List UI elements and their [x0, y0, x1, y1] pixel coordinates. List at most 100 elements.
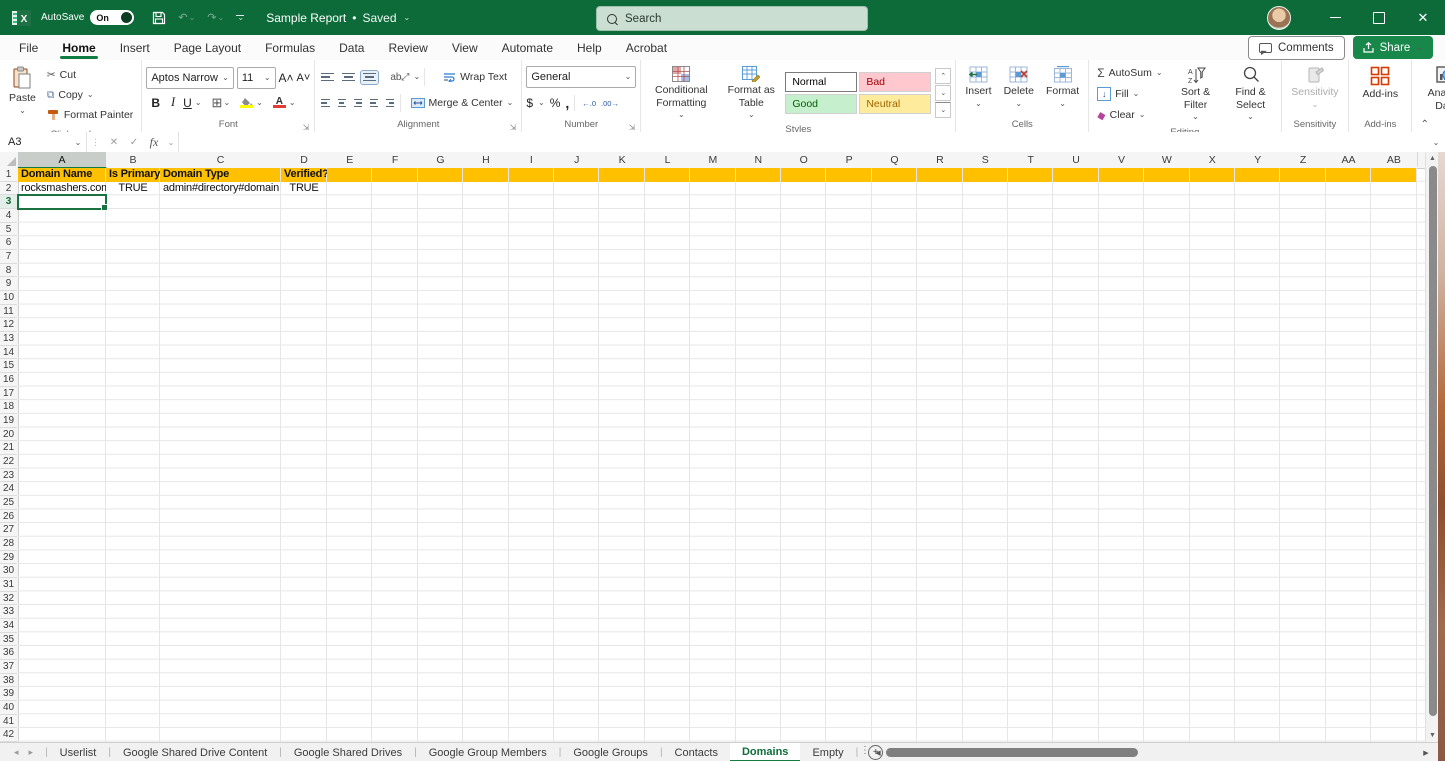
clear-button[interactable]: ◆ Clear ⌄ [1093, 105, 1166, 125]
column-header-S[interactable]: S [962, 152, 1009, 167]
accounting-format-button[interactable]: $ [526, 96, 533, 110]
share-button[interactable]: Share ⌄ [1352, 36, 1433, 59]
row-header-41[interactable]: 41 [0, 715, 17, 729]
column-header-O[interactable]: O [781, 152, 828, 167]
cell-B1[interactable]: Is Primary? [106, 168, 160, 182]
cell-A1[interactable]: Domain Name [18, 168, 106, 182]
cell-A2[interactable]: rocksmashers.com [18, 182, 106, 196]
merge-center-button[interactable]: Merge & Center ⌄ [407, 93, 518, 113]
cell-B2[interactable]: TRUE [106, 182, 160, 196]
active-cell-selection[interactable] [17, 194, 108, 211]
row-header-42[interactable]: 42 [0, 728, 17, 742]
row-header-12[interactable]: 12 [0, 318, 17, 332]
sheet-tab-google-groups[interactable]: Google Groups [561, 743, 660, 761]
row-header-30[interactable]: 30 [0, 564, 17, 578]
name-box[interactable]: A3 [0, 132, 70, 152]
column-header-D[interactable]: D [281, 152, 328, 167]
column-header-I[interactable]: I [508, 152, 555, 167]
row-header-17[interactable]: 17 [0, 387, 17, 401]
orientation-button[interactable]: ab⤢ [390, 72, 409, 83]
conditional-formatting-button[interactable]: Conditional Formatting ⌄ [645, 63, 717, 122]
chevron-down-icon[interactable]: ⌄ [164, 138, 178, 147]
row-header-22[interactable]: 22 [0, 455, 17, 469]
comma-style-button[interactable]: , [565, 95, 569, 111]
ribbon-tab-acrobat[interactable]: Acrobat [615, 37, 678, 59]
decrease-indent-button[interactable] [368, 97, 380, 110]
font-family-select[interactable]: Aptos Narrow ⌄ [146, 66, 234, 89]
column-header-W[interactable]: W [1144, 152, 1191, 167]
row-header-35[interactable]: 35 [0, 633, 17, 647]
minimize-button[interactable] [1313, 0, 1357, 35]
sheet-nav-left-icon[interactable]: ◂ [14, 747, 19, 758]
undo-button[interactable]: ↶ ⌄ [174, 9, 199, 26]
excel-app-icon[interactable]: X [12, 9, 31, 27]
column-header-N[interactable]: N [735, 152, 782, 167]
ribbon-tab-insert[interactable]: Insert [109, 37, 161, 59]
decrease-font-size-button[interactable]: A˅ [297, 72, 311, 84]
customize-qat-button[interactable]: ⌄ [232, 13, 248, 22]
column-header-AB[interactable]: AB [1371, 152, 1418, 167]
ribbon-tab-help[interactable]: Help [566, 37, 613, 59]
row-header-36[interactable]: 36 [0, 646, 17, 660]
cell-style-good[interactable]: Good [785, 93, 858, 114]
cell-style-normal[interactable]: Normal [785, 71, 858, 92]
document-title[interactable]: Sample Report • Saved ⌄ [266, 11, 410, 25]
column-header-B[interactable]: B [106, 152, 161, 167]
cell-D1[interactable]: Verified? [281, 168, 327, 182]
copy-button[interactable]: ⧉ Copy ⌄ [43, 85, 137, 105]
gallery-down-button[interactable]: ⌄ [935, 84, 952, 101]
enter-icon[interactable]: ✓ [124, 137, 144, 148]
horizontal-scrollbar[interactable]: ◀ ▶ [872, 746, 1432, 759]
sheet-tab-userlist[interactable]: Userlist [48, 743, 109, 761]
ribbon-tab-automate[interactable]: Automate [491, 37, 564, 59]
horizontal-scrollbar-thumb[interactable] [886, 748, 1138, 757]
gallery-more-button[interactable]: ⌄ [935, 101, 952, 118]
sheet-nav-right-icon[interactable]: ▸ [29, 747, 34, 758]
maximize-button[interactable] [1357, 0, 1401, 35]
sheet-tab-google-shared-drive-content[interactable]: Google Shared Drive Content [111, 743, 279, 761]
bottom-align-button[interactable] [360, 69, 380, 85]
column-header-K[interactable]: K [599, 152, 646, 167]
ribbon-tab-data[interactable]: Data [328, 37, 375, 59]
column-header-Q[interactable]: Q [871, 152, 919, 167]
column-header-F[interactable]: F [372, 152, 419, 167]
sort-filter-button[interactable]: A Z Sort & Filter ⌄ [1169, 63, 1223, 125]
underline-button[interactable]: U [181, 95, 194, 111]
column-header-A[interactable]: A [18, 152, 107, 169]
column-header-L[interactable]: L [644, 152, 692, 167]
column-header-J[interactable]: J [554, 152, 601, 167]
find-select-button[interactable]: Find & Select ⌄ [1225, 63, 1277, 125]
wrap-text-button[interactable]: Wrap Text [439, 67, 511, 87]
increase-font-size-button[interactable]: A˄ [279, 71, 294, 85]
row-header-24[interactable]: 24 [0, 482, 17, 496]
decrease-decimal-button[interactable]: .00→ [601, 99, 619, 108]
row-header-27[interactable]: 27 [0, 523, 17, 537]
row-header-16[interactable]: 16 [0, 373, 17, 387]
percent-style-button[interactable]: % [550, 96, 561, 110]
row-header-29[interactable]: 29 [0, 551, 17, 565]
number-format-select[interactable]: General ⌄ [526, 66, 637, 88]
ribbon-tab-page-layout[interactable]: Page Layout [163, 37, 252, 59]
align-right-button[interactable] [352, 97, 364, 110]
fill-handle[interactable] [101, 203, 108, 211]
row-header-18[interactable]: 18 [0, 400, 17, 414]
ribbon-tab-formulas[interactable]: Formulas [254, 37, 326, 59]
close-button[interactable]: ✕ [1401, 0, 1445, 35]
row-header-10[interactable]: 10 [0, 291, 17, 305]
align-center-button[interactable] [336, 97, 348, 110]
autosum-button[interactable]: Σ AutoSum ⌄ [1093, 63, 1166, 83]
font-size-select[interactable]: 11 ⌄ [236, 66, 276, 89]
formula-input[interactable] [178, 132, 1427, 152]
search-input[interactable]: Search [596, 6, 868, 31]
row-header-34[interactable]: 34 [0, 619, 17, 633]
autosave-toggle[interactable]: On [90, 10, 135, 25]
sheet-tab-contacts[interactable]: Contacts [663, 743, 730, 761]
sheet-tab-domains[interactable]: Domains [729, 743, 801, 761]
column-header-E[interactable]: E [327, 152, 374, 167]
gallery-up-button[interactable]: ⌃ [935, 67, 952, 84]
comments-button[interactable]: Comments [1248, 35, 1345, 60]
cell-style-neutral[interactable]: Neutral [859, 93, 932, 114]
fill-color-button[interactable] [238, 97, 255, 108]
ribbon-tab-view[interactable]: View [441, 37, 489, 59]
row-header-14[interactable]: 14 [0, 346, 17, 360]
